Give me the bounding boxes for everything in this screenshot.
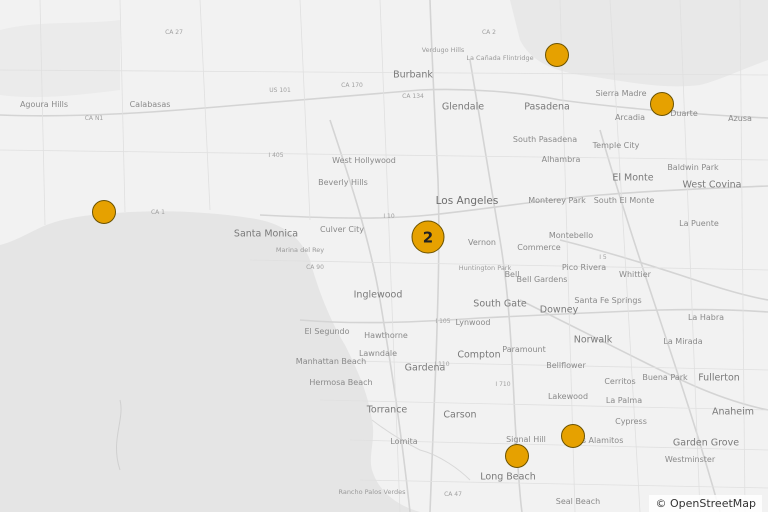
highway-label: I 10 [383, 213, 395, 220]
city-label: Beverly Hills [318, 178, 368, 187]
city-label: Fullerton [698, 372, 740, 384]
city-label: Lomita [390, 437, 418, 446]
city-label: Hawthorne [364, 331, 408, 340]
map-marker[interactable] [505, 444, 529, 468]
mountain-area-west [0, 20, 120, 98]
map-marker[interactable] [92, 200, 116, 224]
city-label: La Cañada Flintridge [466, 53, 534, 62]
city-label: South El Monte [593, 196, 655, 205]
city-label: Westminster [664, 455, 716, 464]
highway-label: CA 134 [402, 93, 424, 100]
highway-label: CA 1 [150, 209, 166, 216]
city-label: Long Beach [480, 471, 536, 483]
basemap [0, 0, 768, 512]
city-label: Seal Beach [555, 497, 601, 506]
highway-label: CA N1 [84, 115, 104, 122]
highway-label: I 405 [268, 152, 284, 159]
city-label: Bell Gardens [516, 275, 568, 284]
city-label: Alhambra [541, 155, 581, 164]
city-label: La Puente [679, 219, 719, 228]
city-label: Downey [539, 304, 579, 316]
map-marker[interactable] [545, 43, 569, 67]
city-label: Paramount [502, 345, 546, 354]
city-label: Garden Grove [672, 437, 740, 449]
city-label: Signal Hill [506, 435, 546, 444]
city-label: Bellflower [546, 361, 586, 370]
city-label: Compton [457, 349, 501, 361]
city-label: Huntington Park [458, 263, 512, 272]
highway-label: CA 90 [306, 264, 324, 271]
city-label: South Pasadena [512, 135, 578, 144]
highway-label: I 110 [434, 361, 450, 368]
palos-verdes-coast [371, 419, 471, 481]
highway-label: I 5 [599, 254, 607, 261]
city-label: Los Angeles [435, 194, 499, 207]
city-label: Glendale [441, 101, 485, 113]
highway-label: CA 170 [341, 82, 363, 89]
city-label: La Palma [605, 396, 643, 405]
city-label: Marina del Rey [275, 245, 325, 254]
city-label: Whittier [619, 270, 651, 279]
city-label: Lynwood [455, 318, 491, 327]
city-label: Burbank [393, 69, 433, 81]
highway-label: US 101 [269, 87, 291, 94]
city-label: Lakewood [547, 392, 589, 401]
highway-label: CA 27 [165, 29, 183, 36]
city-label: South Gate [473, 298, 527, 310]
city-label: Rancho Palos Verdes [338, 487, 406, 496]
city-label: Monterey Park [528, 196, 586, 205]
city-label: La Mirada [663, 337, 703, 346]
city-label: Cypress [615, 417, 647, 426]
city-label: Temple City [592, 141, 640, 150]
city-label: Anaheim [711, 406, 755, 418]
city-label: Arcadia [614, 113, 646, 122]
city-label: Verdugo Hills [421, 45, 465, 54]
city-label: West Hollywood [332, 156, 396, 165]
city-label: Baldwin Park [667, 163, 719, 172]
city-label: El Segundo [304, 327, 350, 336]
city-label: Buena Park [642, 373, 688, 382]
city-label: Agoura Hills [19, 100, 69, 109]
city-label: Manhattan Beach [295, 357, 367, 366]
city-label: Cerritos [604, 377, 636, 386]
city-label: Torrance [366, 404, 408, 416]
city-label: La Habra [687, 313, 725, 322]
city-label: Pico Rivera [561, 263, 607, 272]
cluster-marker[interactable]: 2 [411, 220, 445, 254]
map-attribution[interactable]: © OpenStreetMap [649, 495, 762, 512]
city-label: Commerce [517, 243, 561, 252]
city-label: Duarte [670, 109, 698, 118]
map-marker[interactable] [650, 92, 674, 116]
city-label: Calabasas [129, 100, 171, 109]
city-label: El Monte [612, 172, 654, 184]
city-label: West Covina [682, 179, 742, 191]
map-canvas[interactable]: Los Angeles Santa Monica Glendale Burban… [0, 0, 768, 512]
city-label: Sierra Madre [595, 89, 647, 98]
city-label: Norwalk [573, 334, 613, 346]
city-label: Hermosa Beach [309, 378, 373, 387]
city-label: Inglewood [353, 289, 403, 301]
highway-label: CA 47 [444, 491, 462, 498]
map-marker[interactable] [561, 424, 585, 448]
city-label: Carson [443, 409, 477, 421]
city-label: Santa Monica [233, 228, 299, 240]
city-label: Santa Fe Springs [574, 296, 642, 305]
highway-label: I 105 [435, 318, 451, 325]
city-label: Vernon [468, 238, 496, 247]
city-label: Culver City [319, 225, 365, 234]
city-label: Montebello [548, 231, 594, 240]
city-label: Pasadena [524, 101, 570, 113]
highway-label: CA 2 [481, 29, 497, 36]
city-label: Azusa [728, 114, 752, 123]
highway-label: I 710 [495, 381, 511, 388]
